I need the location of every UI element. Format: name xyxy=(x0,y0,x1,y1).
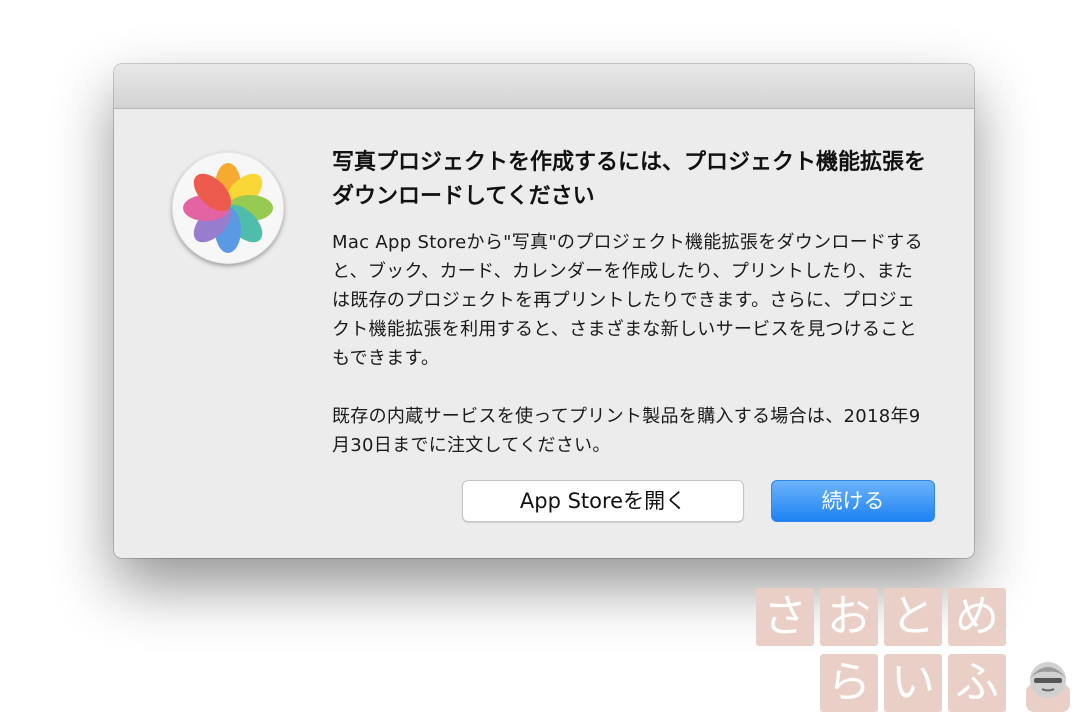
mascot-glasses xyxy=(1034,678,1062,683)
mascot-face-icon xyxy=(1026,662,1070,712)
dialog-title: 写真プロジェクトを作成するには、プロジェクト機能拡張をダウンロードしてください xyxy=(332,150,927,209)
watermark-char: さ xyxy=(756,588,814,646)
dialog-message: Mac App Storeから"写真"のプロジェクト機能拡張をダウンロードすると… xyxy=(332,228,924,460)
continue-button[interactable]: 続ける xyxy=(771,480,935,522)
photos-flower-icon xyxy=(183,163,273,253)
watermark-char: め xyxy=(948,588,1006,646)
watermark-logo: さ お と め ら い ふ xyxy=(752,586,1074,716)
watermark-char: お xyxy=(820,588,878,646)
open-app-store-button[interactable]: App Storeを開く xyxy=(462,480,744,522)
watermark-char: ら xyxy=(820,654,878,712)
watermark-char: い xyxy=(884,654,942,712)
watermark-char: と xyxy=(884,588,942,646)
dialog-titlebar xyxy=(114,64,974,109)
watermark-char: ふ xyxy=(948,654,1006,712)
message-paragraph-2: 既存の内蔵サービスを使ってプリント製品を購入する場合は、2018年9月30日まで… xyxy=(332,406,921,456)
message-paragraph-1: Mac App Storeから"写真"のプロジェクト機能拡張をダウンロードすると… xyxy=(332,232,923,369)
alert-dialog: 写真プロジェクトを作成するには、プロジェクト機能拡張をダウンロードしてください … xyxy=(114,64,974,558)
photos-app-icon xyxy=(172,152,284,264)
